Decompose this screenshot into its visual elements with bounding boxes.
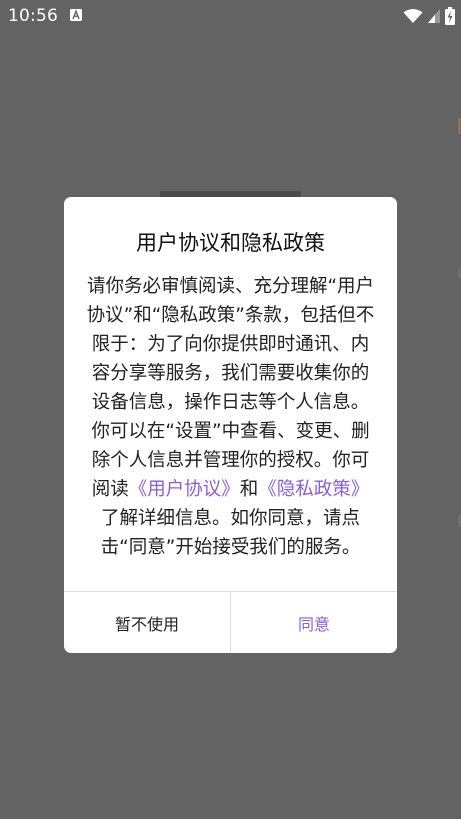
status-bar: 10:56: [0, 0, 461, 33]
body-line: 设备信息，操作日志等个人信息。: [91, 392, 370, 413]
battery-charging-icon: [445, 7, 455, 25]
screen: 10:56 用户协议和隐私政策 请你务必审慎阅读、充分理解“用户 协议”和“隐私…: [0, 0, 461, 819]
body-line-links: 阅读《用户协议》和《隐私政策》: [82, 475, 379, 504]
status-icons: [403, 6, 455, 26]
privacy-dialog: 用户协议和隐私政策 请你务必审慎阅读、充分理解“用户 协议”和“隐私政策”条款，…: [64, 197, 397, 653]
wifi-icon: [403, 9, 423, 23]
body-line: 击“同意”开始接受我们的服务。: [100, 537, 361, 558]
status-time: 10:56: [8, 6, 58, 26]
agree-button[interactable]: 同意: [231, 592, 397, 653]
decline-button[interactable]: 暂不使用: [64, 592, 230, 653]
dialog-title: 用户协议和隐私政策: [136, 231, 325, 255]
body-line: 除个人信息并管理你的授权。你可: [91, 450, 370, 471]
body-line: 限于：为了向你提供即时通讯、内: [91, 334, 370, 355]
and-text: 和: [239, 479, 259, 500]
read-prefix: 阅读: [91, 479, 129, 500]
privacy-policy-link[interactable]: 《隐私政策》: [258, 479, 369, 500]
body-line: 协议”和“隐私政策”条款，包括但不: [86, 305, 375, 326]
cell-signal-icon: [428, 9, 440, 23]
a-letter-icon: [70, 9, 82, 21]
body-line: 了解详细信息。如你同意，请点: [100, 508, 360, 529]
body-line: 容分享等服务，我们需要收集你的: [91, 363, 370, 384]
user-agreement-link[interactable]: 《用户协议》: [129, 479, 240, 500]
body-line: 请你务必审慎阅读、充分理解“用户: [86, 276, 375, 297]
body-line: 你可以在“设置”中查看、变更、删: [91, 421, 370, 442]
dialog-body: 请你务必审慎阅读、充分理解“用户 协议”和“隐私政策”条款，包括但不 限于：为了…: [82, 272, 379, 562]
